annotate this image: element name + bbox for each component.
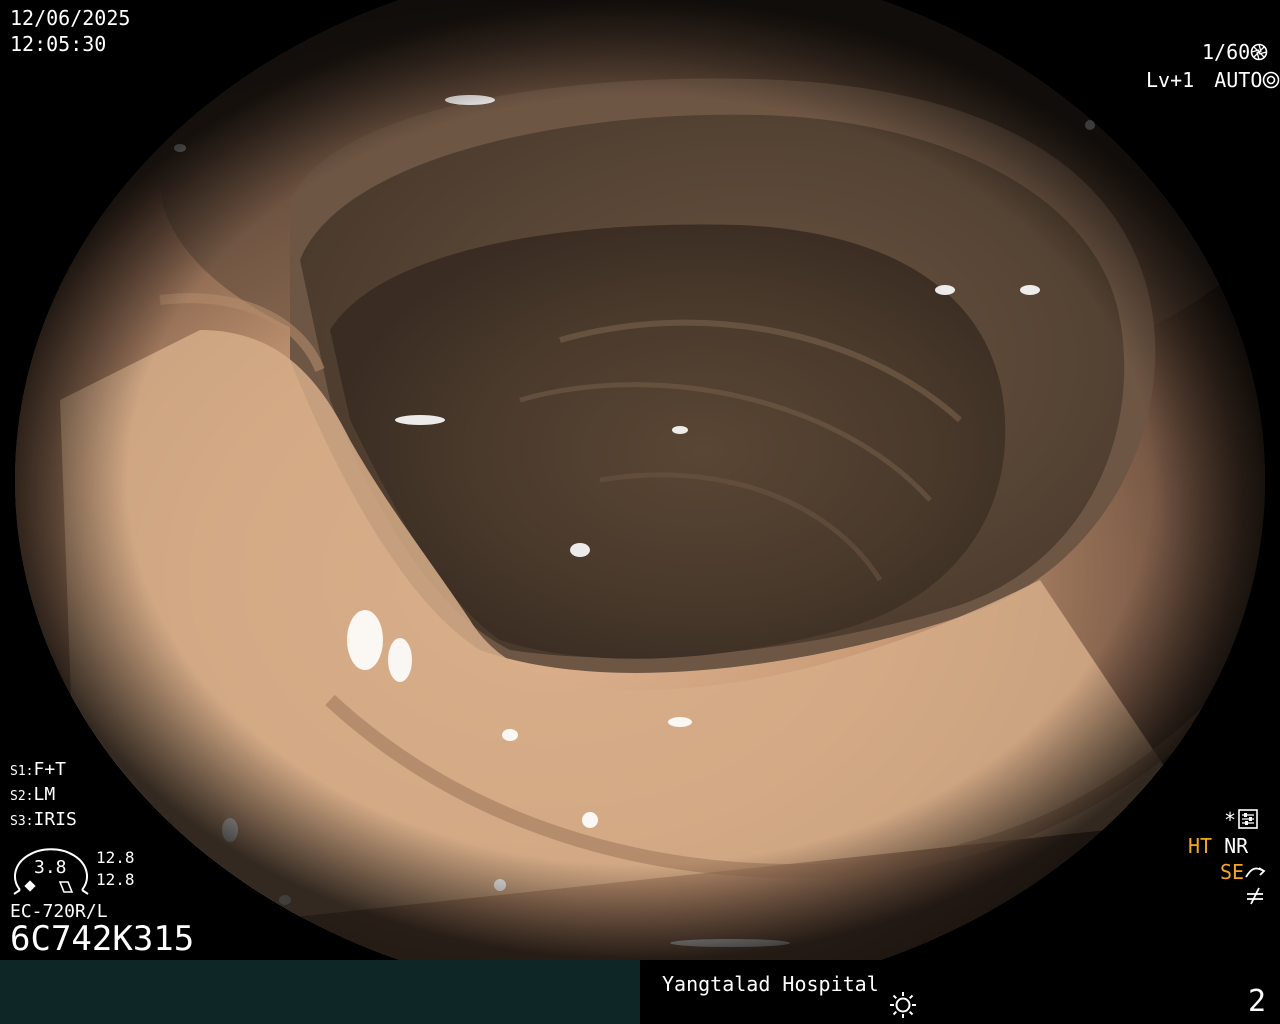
nr-label: NR — [1224, 834, 1249, 858]
hospital-name: Yangtalad Hospital — [662, 972, 879, 996]
s2-value: LM — [33, 784, 56, 805]
level-exposure-readout: Lv+1 AUTO — [1146, 68, 1280, 94]
ht-nr-indicator: HT NR — [1188, 834, 1248, 858]
status-bar-right-panel: Yangtalad Hospital 2 — [640, 960, 1280, 1024]
serial-number: 6C742K315 — [10, 919, 195, 959]
se-label: SE — [1220, 860, 1245, 884]
s3-setting: S3:IRIS — [10, 808, 77, 834]
gauge-value: 3.8 — [34, 857, 67, 878]
s2-prefix: S2: — [10, 789, 34, 804]
status-bar-left-panel — [0, 960, 640, 1024]
level-label: Lv+1 — [1146, 68, 1195, 92]
asterisk-label: * — [1224, 808, 1237, 832]
aperture-icon — [1250, 42, 1268, 66]
camera-icon — [1262, 70, 1280, 94]
page-number: 2 — [1248, 984, 1267, 1019]
s1-setting: S1:F+T — [10, 758, 66, 784]
s1-prefix: S1: — [10, 764, 34, 779]
time-label: 12:05:30 — [10, 32, 107, 56]
curve-arrow-icon — [1244, 862, 1266, 886]
exposure-mode-label: AUTO — [1214, 68, 1263, 92]
date-label: 12/06/2025 — [10, 6, 131, 30]
not-equal-icon — [1244, 886, 1266, 910]
s2-setting: S2:LM — [10, 783, 55, 809]
ht-label: HT — [1188, 834, 1213, 858]
colon-lumen-image — [15, 0, 1265, 960]
zoom-gauge: 3.8 — [10, 838, 92, 900]
sliders-icon — [1238, 809, 1258, 834]
s3-value: IRIS — [33, 809, 77, 830]
s1-value: F+T — [33, 759, 66, 780]
shutter-readout: 1/60 — [1202, 40, 1268, 66]
enhancement-indicator: * — [1224, 808, 1258, 834]
sun-icon — [888, 990, 918, 1024]
gauge-right-bottom: 12.8 — [96, 870, 135, 889]
s3-prefix: S3: — [10, 814, 34, 829]
status-bar: Yangtalad Hospital 2 — [0, 960, 1280, 1024]
se-indicator: SE — [1220, 860, 1266, 886]
endoscope-view: 12/06/2025 12:05:30 1/60 Lv+1 AUTO S1:F+… — [0, 0, 1280, 960]
shutter-label: 1/60 — [1202, 40, 1251, 64]
gauge-right-top: 12.8 — [96, 848, 135, 867]
